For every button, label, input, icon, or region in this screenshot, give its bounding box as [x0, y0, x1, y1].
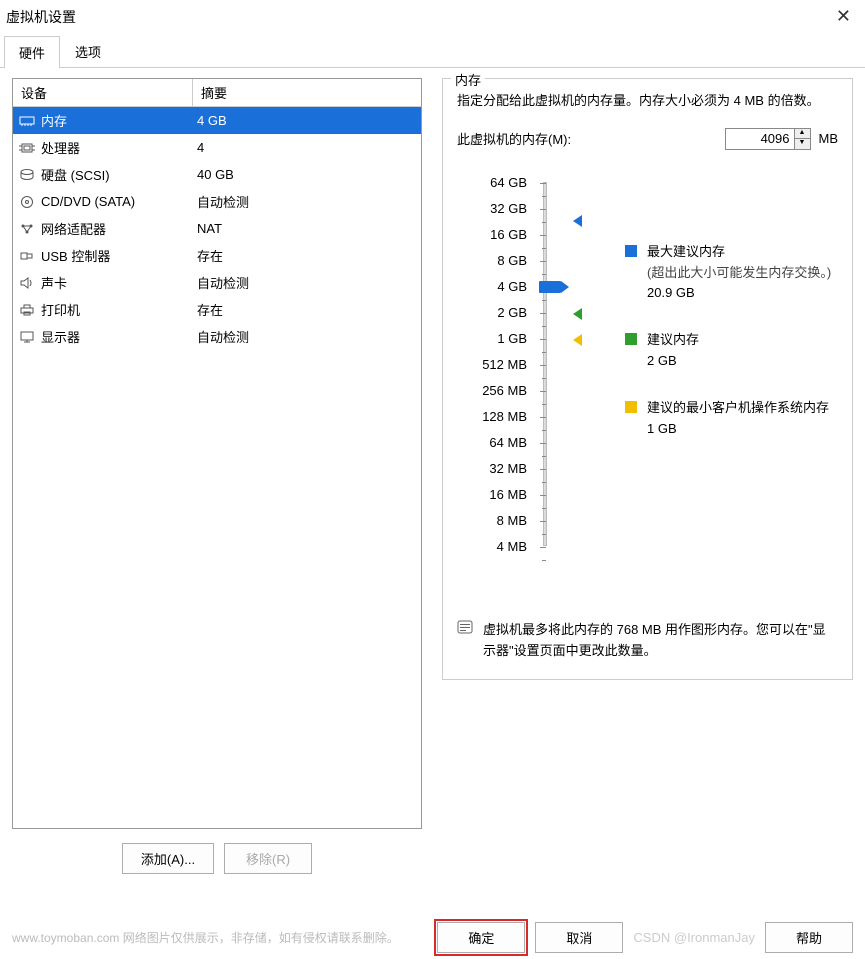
device-row[interactable]: 声卡 自动检测 — [13, 269, 421, 296]
memory-unit: MB — [819, 131, 839, 146]
sound-icon — [19, 276, 35, 290]
column-device[interactable]: 设备 — [13, 79, 193, 106]
device-name: CD/DVD (SATA) — [41, 194, 135, 209]
device-row[interactable]: 打印机 存在 — [13, 296, 421, 323]
legend-rec-label: 建议内存 — [647, 330, 699, 351]
device-name: 声卡 — [41, 273, 67, 292]
cancel-button[interactable]: 取消 — [535, 922, 623, 953]
display-icon — [19, 330, 35, 344]
memory-spinner[interactable]: ▲ ▼ — [725, 128, 811, 150]
slider-thumb[interactable] — [539, 281, 561, 293]
slider-tick-label: 256 MB — [457, 378, 527, 404]
legend-rec-value: 2 GB — [647, 351, 699, 372]
info-icon — [457, 620, 473, 662]
device-summary: 存在 — [193, 298, 421, 321]
device-summary: 自动检测 — [193, 325, 421, 348]
device-summary: 自动检测 — [193, 271, 421, 294]
legend-green-icon — [625, 333, 637, 345]
legend-max-value: 20.9 GB — [647, 283, 831, 304]
slider-tick-label: 16 GB — [457, 222, 527, 248]
slider-tick-label: 8 GB — [457, 248, 527, 274]
device-summary: 自动检测 — [193, 190, 421, 213]
ok-button[interactable]: 确定 — [437, 922, 525, 953]
cd-icon — [19, 195, 35, 209]
device-summary: NAT — [193, 217, 421, 240]
legend-min-label: 建议的最小客户机操作系统内存 — [647, 398, 829, 419]
slider-tick-label: 512 MB — [457, 352, 527, 378]
device-name: 打印机 — [41, 300, 80, 319]
memory-slider[interactable] — [537, 170, 607, 560]
slider-tick-label: 32 GB — [457, 196, 527, 222]
legend-min-value: 1 GB — [647, 419, 829, 440]
device-name: USB 控制器 — [41, 246, 110, 265]
device-row[interactable]: 显示器 自动检测 — [13, 323, 421, 350]
slider-tick-label: 16 MB — [457, 482, 527, 508]
slider-tick-label: 4 MB — [457, 534, 527, 560]
rec-marker-icon — [573, 308, 582, 320]
spin-up-icon[interactable]: ▲ — [795, 129, 810, 139]
help-button[interactable]: 帮助 — [765, 922, 853, 953]
add-button[interactable]: 添加(A)... — [122, 843, 214, 874]
tab-options[interactable]: 选项 — [60, 35, 116, 67]
slider-tick-label: 64 MB — [457, 430, 527, 456]
max-marker-icon — [573, 215, 582, 227]
legend-max-sub: (超出此大小可能发生内存交换。) — [647, 263, 831, 284]
memory-input[interactable] — [725, 128, 795, 150]
device-name: 网络适配器 — [41, 219, 106, 238]
device-summary: 4 — [193, 136, 421, 159]
memory-legend: 内存 — [451, 70, 485, 89]
spin-down-icon[interactable]: ▼ — [795, 139, 810, 149]
printer-icon — [19, 303, 35, 317]
memory-fieldset: 内存 指定分配给此虚拟机的内存量。内存大小必须为 4 MB 的倍数。 此虚拟机的… — [442, 78, 853, 680]
device-row[interactable]: 网络适配器 NAT — [13, 215, 421, 242]
watermark-csdn: CSDN @IronmanJay — [633, 930, 755, 945]
device-name: 处理器 — [41, 138, 80, 157]
watermark-left: www.toymoban.com 网络图片仅供展示，非存储，如有侵权请联系删除。 — [12, 929, 399, 946]
device-table: 设备 摘要 内存 4 GB 处理器 4 硬盘 (SCSI) 40 GB CD/D… — [12, 78, 422, 829]
device-summary: 4 GB — [193, 109, 421, 132]
slider-tick-label: 128 MB — [457, 404, 527, 430]
legend-yellow-icon — [625, 401, 637, 413]
device-name: 显示器 — [41, 327, 80, 346]
device-row[interactable]: 硬盘 (SCSI) 40 GB — [13, 161, 421, 188]
column-summary[interactable]: 摘要 — [193, 79, 421, 106]
close-icon[interactable]: ✕ — [832, 6, 855, 27]
window-title: 虚拟机设置 — [6, 7, 76, 27]
net-icon — [19, 222, 35, 236]
slider-tick-label: 64 GB — [457, 170, 527, 196]
min-marker-icon — [573, 334, 582, 346]
device-row[interactable]: 处理器 4 — [13, 134, 421, 161]
slider-tick-label: 2 GB — [457, 300, 527, 326]
memory-icon — [19, 114, 35, 128]
memory-desc: 指定分配给此虚拟机的内存量。内存大小必须为 4 MB 的倍数。 — [457, 91, 838, 112]
legend-blue-icon — [625, 245, 637, 257]
memory-note: 虚拟机最多将此内存的 768 MB 用作图形内存。您可以在"显示器"设置页面中更… — [483, 620, 838, 662]
device-row[interactable]: 内存 4 GB — [13, 107, 421, 134]
device-name: 硬盘 (SCSI) — [41, 165, 110, 184]
device-name: 内存 — [41, 111, 67, 130]
device-row[interactable]: USB 控制器 存在 — [13, 242, 421, 269]
memory-input-label: 此虚拟机的内存(M): — [457, 129, 571, 148]
legend-max-label: 最大建议内存 — [647, 242, 831, 263]
device-summary: 40 GB — [193, 163, 421, 186]
cpu-icon — [19, 141, 35, 155]
device-summary: 存在 — [193, 244, 421, 267]
slider-tick-label: 4 GB — [457, 274, 527, 300]
slider-tick-label: 32 MB — [457, 456, 527, 482]
tab-hardware[interactable]: 硬件 — [4, 36, 60, 68]
remove-button[interactable]: 移除(R) — [224, 843, 312, 874]
slider-tick-label: 1 GB — [457, 326, 527, 352]
usb-icon — [19, 249, 35, 263]
slider-tick-label: 8 MB — [457, 508, 527, 534]
device-row[interactable]: CD/DVD (SATA) 自动检测 — [13, 188, 421, 215]
disk-icon — [19, 168, 35, 182]
